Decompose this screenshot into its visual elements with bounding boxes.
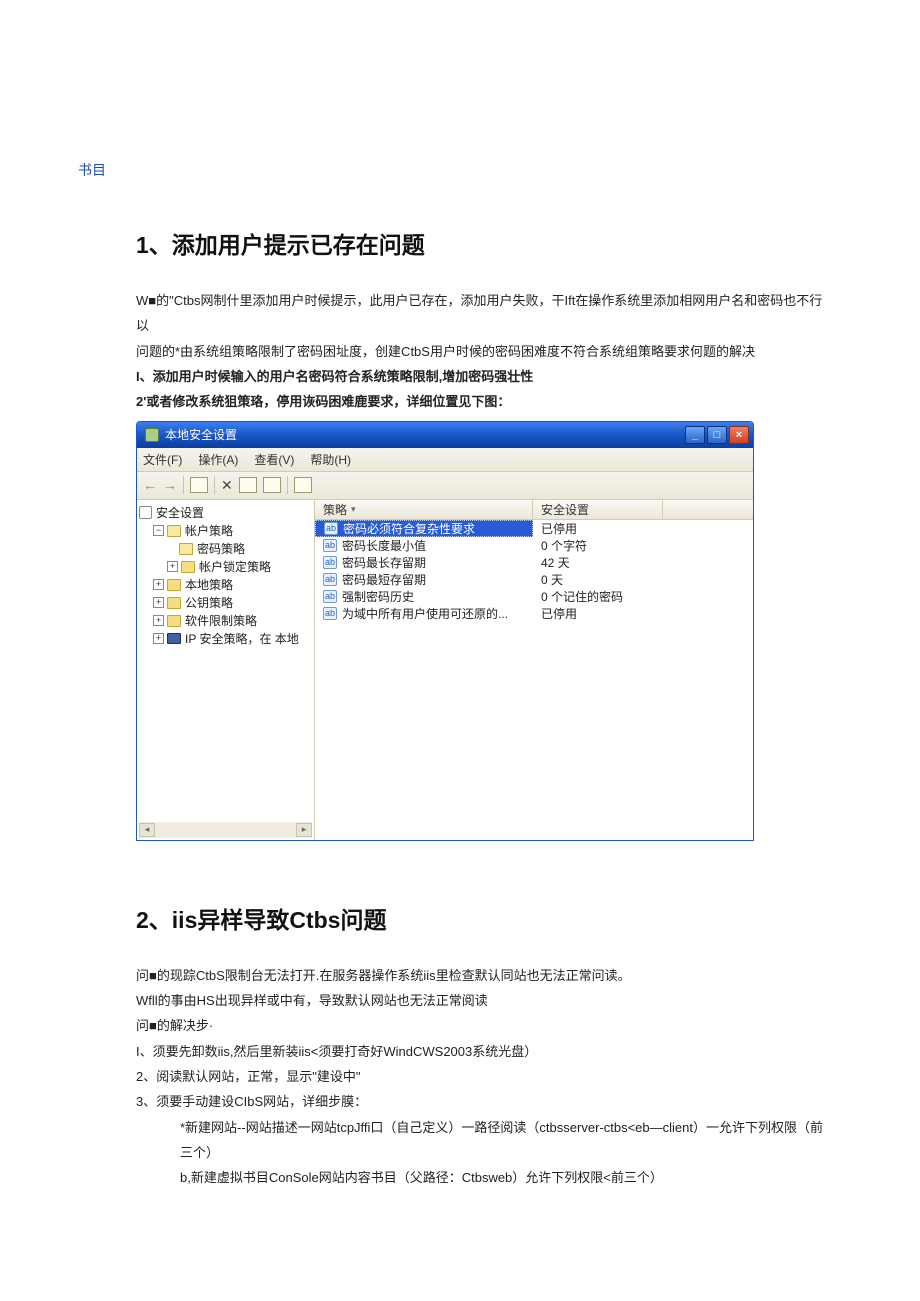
split-pane: 安全设置 − 帐户策略 密码策略 + 帐户锁定策略 + (137, 500, 753, 840)
folder-icon (167, 615, 181, 627)
forward-icon[interactable]: → (163, 477, 177, 493)
section-2-p1: 问■的现踪CtbS限制台无法打开.在服务器操作系统iis里检查默认同站也无法正常… (136, 963, 830, 988)
tree-hscrollbar[interactable]: ◂ ▸ (139, 822, 312, 838)
list-row[interactable]: ab密码长度最小值 0 个字符 (315, 537, 753, 554)
tree-view[interactable]: 安全设置 − 帐户策略 密码策略 + 帐户锁定策略 + (137, 500, 315, 840)
tree-item-pubkey-policies[interactable]: + 公钥策略 (153, 594, 312, 612)
tree-item-ip-security[interactable]: + IP 安全策略，在 本地 (153, 630, 312, 648)
folder-icon (167, 597, 181, 609)
tree-item-local-policies[interactable]: + 本地策略 (153, 576, 312, 594)
section-2-p3: 问■的解决步· (136, 1013, 830, 1038)
delete-icon[interactable]: ✕ (221, 477, 233, 494)
list-row[interactable]: ab密码最短存留期 0 天 (315, 571, 753, 588)
expand-icon[interactable]: + (153, 579, 164, 590)
list-row[interactable]: ab强制密码历史 0 个记住的密码 (315, 588, 753, 605)
expand-icon[interactable]: + (153, 615, 164, 626)
tree-root[interactable]: 安全设置 (139, 504, 312, 522)
security-root-icon (139, 506, 152, 519)
back-icon[interactable]: ← (143, 477, 157, 493)
menu-action[interactable]: 操作(A) (198, 451, 238, 468)
titlebar[interactable]: 本地安全设置 _ □ × (137, 422, 753, 448)
tree-item-lockout-policy[interactable]: + 帐户锁定策略 (167, 558, 312, 576)
local-security-window: 本地安全设置 _ □ × 文件(F) 操作(A) 查看(V) 帮助(H) ← →… (136, 421, 754, 841)
close-button[interactable]: × (729, 426, 749, 444)
list-header: 策略▾ 安全设置 (315, 500, 753, 520)
toolbar: ← → ✕ (137, 472, 753, 500)
scroll-left-icon[interactable]: ◂ (139, 823, 155, 837)
expand-icon[interactable]: + (153, 633, 164, 644)
section-2-p5: 2、阅读默认网站，正常，显示"建设中" (136, 1064, 830, 1089)
policy-icon: ab (324, 522, 338, 535)
ip-policy-icon (167, 633, 181, 644)
folder-icon (181, 561, 195, 573)
menu-view[interactable]: 查看(V) (254, 451, 294, 468)
section-2-p2: Wfll的事由HS出现异样或中有，导致默认网站也无法正常阅读 (136, 988, 830, 1013)
folder-icon (167, 579, 181, 591)
expand-icon[interactable]: + (167, 561, 178, 572)
section-2-title: 2、iis异样导致Ctbs问题 (136, 901, 830, 935)
expand-icon[interactable]: + (153, 597, 164, 608)
minimize-button[interactable]: _ (685, 426, 705, 444)
list-row[interactable]: ab密码必须符合复杂性要求 已停用 (315, 520, 753, 537)
tree-item-software-restriction[interactable]: + 软件限制策略 (153, 612, 312, 630)
maximize-button[interactable]: □ (707, 426, 727, 444)
policy-icon: ab (323, 607, 337, 620)
section-1-title: 1、添加用户提示已存在问题 (136, 226, 830, 260)
sort-asc-icon: ▾ (351, 504, 356, 515)
document-content: 1、添加用户提示已存在问题 W■的"Ctbs网制什里添加用户时候提示，此用户已存… (0, 226, 920, 1191)
list-row[interactable]: ab密码最长存留期 42 天 (315, 554, 753, 571)
list-body: ab密码必须符合复杂性要求 已停用 ab密码长度最小值 0 个字符 ab密码最长… (315, 520, 753, 622)
properties-icon[interactable] (239, 477, 257, 493)
policy-icon: ab (323, 573, 337, 586)
col-setting[interactable]: 安全设置 (533, 500, 663, 519)
tree-item-password-policy[interactable]: 密码策略 (179, 540, 312, 558)
up-icon[interactable] (190, 477, 208, 493)
policy-icon: ab (323, 590, 337, 603)
menu-help[interactable]: 帮助(H) (310, 451, 351, 468)
section-2-p6: 3、须要手动建设CIbS网站，详细步膜： (136, 1089, 830, 1114)
section-1-p1: W■的"Ctbs网制什里添加用户时候提示，此用户已存在，添加用户失败，干Ift在… (136, 288, 830, 339)
section-2-p4: I、须要先卸数iis,然后里新装iis<须要打奇好WindCWS2003系统光盘… (136, 1039, 830, 1064)
policy-icon: ab (323, 539, 337, 552)
list-view[interactable]: 策略▾ 安全设置 ab密码必须符合复杂性要求 已停用 ab密码长度最小值 0 个… (315, 500, 753, 840)
tree-item-account-policies[interactable]: − 帐户策略 (153, 522, 312, 540)
section-1-p2: 问题的*由系统组策略限制了密码困址度，创建CtbS用户时候的密码困难度不符合系统… (136, 339, 830, 364)
export-icon[interactable] (263, 477, 281, 493)
policy-icon: ab (323, 556, 337, 569)
scroll-right-icon[interactable]: ▸ (296, 823, 312, 837)
section-1-p3: I、添加用户时候输入的用户名密码符合系统策略限制,增加密码强壮性 (136, 364, 830, 389)
section-2-p8: b,新建虚拟书目ConSole网站内容书目（父路径：Ctbsweb）允许下列权限… (180, 1165, 830, 1190)
section-1-p4: 2'或者修改系统狙策珞，停用诙码困难鹿要求，详细位置见下图： (136, 389, 830, 414)
bookmark-label: 书目 (0, 20, 920, 180)
folder-icon (179, 543, 193, 555)
col-policy[interactable]: 策略▾ (315, 500, 533, 519)
menubar: 文件(F) 操作(A) 查看(V) 帮助(H) (137, 448, 753, 472)
refresh-icon[interactable] (294, 477, 312, 493)
list-row[interactable]: ab为域中所有用户使用可还原的... 已停用 (315, 605, 753, 622)
menu-file[interactable]: 文件(F) (143, 451, 182, 468)
collapse-icon[interactable]: − (153, 525, 164, 536)
folder-icon (167, 525, 181, 537)
app-icon (145, 428, 159, 442)
section-2-p7: *新建网站--网站描述一网站tcpJffi口（自己定义）一路径阅读（ctbsse… (180, 1115, 830, 1166)
window-title: 本地安全设置 (165, 426, 237, 443)
